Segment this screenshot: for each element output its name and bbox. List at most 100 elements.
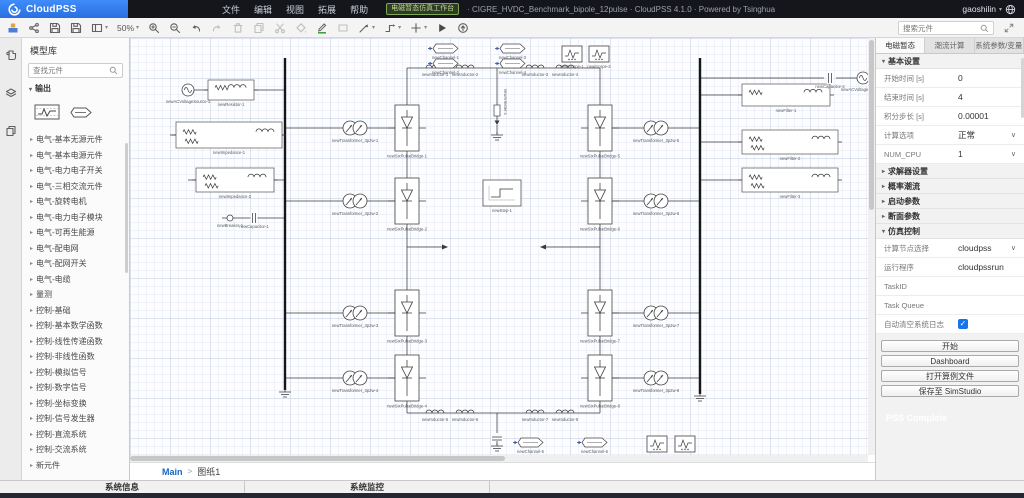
canvas-horizontal-scrollbar[interactable]: [130, 455, 868, 462]
sidebar-item-控制-数字信号[interactable]: ▸控制-数字信号: [22, 380, 129, 396]
zoom-level-select[interactable]: 50%▾: [117, 23, 139, 33]
menu-item-文件[interactable]: 文件: [222, 3, 240, 16]
rlc-network[interactable]: newFilter-3: [738, 168, 842, 199]
oscilloscope[interactable]: [675, 436, 695, 452]
toolbar-search[interactable]: [898, 21, 994, 35]
sidebar-item-电气-电力电子开关[interactable]: ▸电气-电力电子开关: [22, 163, 129, 179]
oscilloscope-component-icon[interactable]: [34, 102, 61, 123]
inductor[interactable]: newInductor-6: [452, 410, 479, 422]
sidebar-item-电气-电力电子模块[interactable]: ▸电气-电力电子模块: [22, 210, 129, 226]
zoom-out-icon[interactable]: [169, 22, 181, 34]
rlc-network[interactable]: newResistor-1: [204, 80, 258, 107]
status-tab-系统信息[interactable]: 系统信息: [0, 481, 245, 493]
section-header-求解器设置[interactable]: ▸求解器设置: [876, 164, 1024, 179]
select-计算节点选择[interactable]: cloudpss: [954, 243, 1011, 253]
button-打开算例文件[interactable]: 打开算例文件: [881, 370, 1019, 382]
panel-scrollbar[interactable]: [125, 143, 128, 273]
status-tab-系统监控[interactable]: 系统监控: [245, 481, 490, 493]
run-icon[interactable]: [436, 22, 448, 34]
select-NUM_CPU[interactable]: 1: [954, 149, 1011, 159]
tab-电磁暂态[interactable]: 电磁暂态: [876, 38, 925, 53]
sidebar-item-电气-配电网[interactable]: ▸电气-配电网: [22, 241, 129, 257]
transformer[interactable]: newTransformer_3p2w-6: [633, 194, 680, 216]
expand-icon[interactable]: [1004, 23, 1014, 33]
globe-icon[interactable]: [1005, 4, 1016, 15]
channel-component-icon[interactable]: [70, 107, 93, 118]
section-header-启动参数[interactable]: ▸启动参数: [876, 194, 1024, 209]
rlc-network[interactable]: newImpedance-1: [172, 122, 286, 155]
breadcrumb-main[interactable]: Main: [162, 467, 183, 477]
menu-item-编辑[interactable]: 编辑: [254, 3, 272, 16]
transformer[interactable]: newTransformer_3p2w-2: [332, 194, 379, 216]
menu-item-拓展[interactable]: 拓展: [318, 3, 336, 16]
connector-style-select[interactable]: ▾: [384, 22, 401, 34]
user-menu[interactable]: gaoshilin ▾: [962, 4, 1016, 15]
menu-item-帮助[interactable]: 帮助: [350, 3, 368, 16]
sidebar-item-电气-旋转电机[interactable]: ▸电气-旋转电机: [22, 194, 129, 210]
input-开始时间 [s][interactable]: 0: [954, 73, 1018, 83]
button-保存至 SimStudio[interactable]: 保存至 SimStudio: [881, 385, 1019, 397]
sidebar-item-电气-可再生能源[interactable]: ▸电气-可再生能源: [22, 225, 129, 241]
sidebar-item-电气-电缆[interactable]: ▸电气-电缆: [22, 272, 129, 288]
surge-arrester[interactable]: newArrester-1: [494, 89, 508, 125]
checkbox[interactable]: ✓: [958, 319, 968, 329]
ground-symbol[interactable]: [694, 393, 706, 401]
select-计算选项[interactable]: 正常: [954, 129, 1011, 141]
six-pulse-bridge[interactable]: newSixPulseBridge-7: [580, 290, 620, 344]
plugin-icon[interactable]: [5, 48, 17, 66]
sidebar-item-控制-信号发生器[interactable]: ▸控制-信号发生器: [22, 411, 129, 427]
search-input[interactable]: [903, 24, 978, 33]
sidebar-item-控制-模拟信号[interactable]: ▸控制-模拟信号: [22, 365, 129, 381]
sidebar-item-电气-基本无源元件[interactable]: ▸电气-基本无源元件: [22, 132, 129, 148]
arrow-style-select[interactable]: ▾: [358, 22, 375, 34]
six-pulse-bridge[interactable]: newSixPulseBridge-4: [387, 355, 427, 409]
sidebar-item-控制-基本数学函数[interactable]: ▸控制-基本数学函数: [22, 318, 129, 334]
output-channel[interactable]: newChannel-1: [428, 44, 460, 60]
canvas-vertical-scrollbar[interactable]: [868, 38, 875, 455]
share-icon[interactable]: [28, 22, 40, 34]
scrollbar-thumb[interactable]: [869, 40, 874, 210]
button-开始[interactable]: 开始: [881, 340, 1019, 352]
section-header-概率潮流[interactable]: ▸概率潮流: [876, 179, 1024, 194]
save-icon[interactable]: [49, 22, 61, 34]
sidebar-item-新元件[interactable]: ▸新元件: [22, 458, 129, 474]
transformer[interactable]: newTransformer_3p2w-4: [332, 371, 379, 393]
sidebar-item-量测[interactable]: ▸量测: [22, 287, 129, 303]
button-Dashboard[interactable]: Dashboard: [881, 355, 1019, 367]
component-stamp-icon[interactable]: [7, 22, 19, 34]
input-结束时间 [s][interactable]: 4: [954, 92, 1018, 102]
layers-icon[interactable]: [5, 86, 17, 104]
ground-symbol[interactable]: [491, 443, 503, 451]
sidebar-item-控制-基础[interactable]: ▸控制-基础: [22, 303, 129, 319]
section-header-基本设置[interactable]: ▾基本设置: [876, 54, 1024, 69]
pages-icon[interactable]: [5, 124, 17, 142]
step-source[interactable]: newStep-1: [483, 180, 521, 213]
ac-source[interactable]: newACVoltageSource-1: [166, 84, 211, 104]
tab-系统参数/变量[interactable]: 系统参数/变量: [975, 38, 1024, 53]
output-channel[interactable]: newChannel-5: [513, 438, 545, 454]
output-channel[interactable]: newChannel-4: [495, 59, 527, 75]
inductor[interactable]: newInductor-5: [422, 410, 449, 422]
input-积分步长 [s][interactable]: 0.00001: [954, 111, 1018, 121]
inductor[interactable]: newInductor-8: [552, 410, 579, 422]
six-pulse-bridge[interactable]: newSixPulseBridge-8: [580, 355, 620, 409]
zoom-in-icon[interactable]: [148, 22, 160, 34]
publish-icon[interactable]: [457, 22, 469, 34]
section-header-断面参数[interactable]: ▸断面参数: [876, 209, 1024, 224]
input-运行程序[interactable]: cloudpssrun: [954, 262, 1018, 272]
rlc-network[interactable]: newFilter-2: [738, 130, 842, 161]
oscilloscope[interactable]: newScope-2: [587, 46, 611, 69]
output-channel[interactable]: newChannel-6: [577, 438, 609, 454]
transformer[interactable]: newTransformer_3p2w-5: [633, 121, 680, 143]
tab-潮流计算[interactable]: 潮流计算: [925, 38, 974, 53]
sidebar-item-控制-线性传递函数[interactable]: ▸控制-线性传递函数: [22, 334, 129, 350]
sidebar-item-控制-坐标变换[interactable]: ▸控制-坐标变换: [22, 396, 129, 412]
page-setup-icon[interactable]: ▾: [91, 22, 108, 34]
undo-icon[interactable]: [190, 22, 202, 34]
output-group-header[interactable]: ▾输出: [22, 83, 129, 94]
search-icon[interactable]: [980, 24, 989, 33]
transformer[interactable]: newTransformer_3p2w-3: [332, 306, 379, 328]
six-pulse-bridge[interactable]: newSixPulseBridge-1: [387, 105, 427, 159]
inductor[interactable]: newInductor-7: [522, 410, 549, 422]
oscilloscope[interactable]: [647, 436, 667, 452]
